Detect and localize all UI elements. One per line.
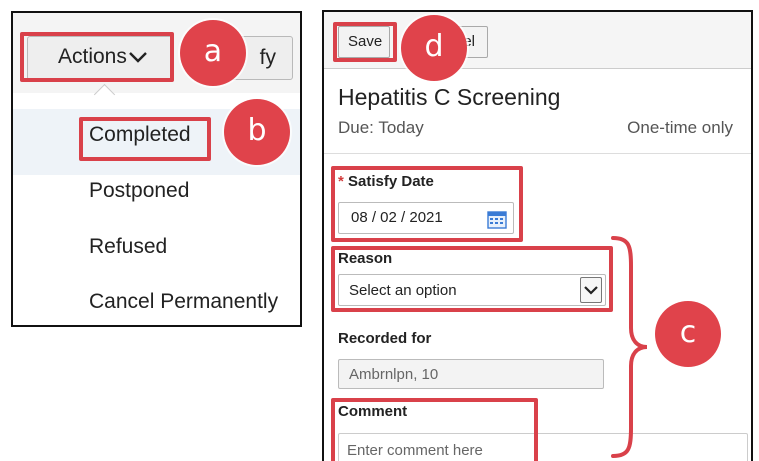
page-title: Hepatitis C Screening [338, 84, 561, 110]
menu-item-refused[interactable]: Refused [89, 235, 167, 259]
annotation-badge-a: a [180, 20, 246, 86]
due-text: Due: Today [338, 118, 424, 137]
annotation-badge-c: c [655, 301, 721, 367]
recorded-for-field: Ambrnlpn, 10 [338, 359, 604, 389]
menu-item-cancel-permanently[interactable]: Cancel Permanently [89, 290, 278, 314]
highlight-actions [20, 32, 174, 82]
divider [324, 153, 751, 154]
screening-form-panel: Save el Hepatitis C Screening Due: Today… [322, 10, 753, 461]
toolbar: Actions fy [13, 13, 300, 94]
highlight-satisfy-date [331, 166, 523, 242]
form-toolbar: Save el [324, 12, 751, 69]
frequency-text: One-time only [627, 118, 733, 137]
menu-item-postponed[interactable]: Postponed [89, 179, 189, 203]
highlight-comment [331, 398, 538, 461]
annotation-badge-d: d [401, 15, 467, 81]
annotation-badge-b: b [224, 99, 290, 165]
satisfy-label: fy [259, 46, 276, 69]
actions-menu-panel: Actions fy Completed Postponed Refused C… [11, 11, 302, 327]
recorded-for-label: Recorded for [338, 330, 432, 347]
recorded-for-value: Ambrnlpn, 10 [349, 366, 439, 383]
highlight-reason [331, 246, 613, 312]
curly-brace-annotation [611, 236, 648, 458]
highlight-save [333, 22, 397, 62]
highlight-completed [79, 117, 211, 161]
